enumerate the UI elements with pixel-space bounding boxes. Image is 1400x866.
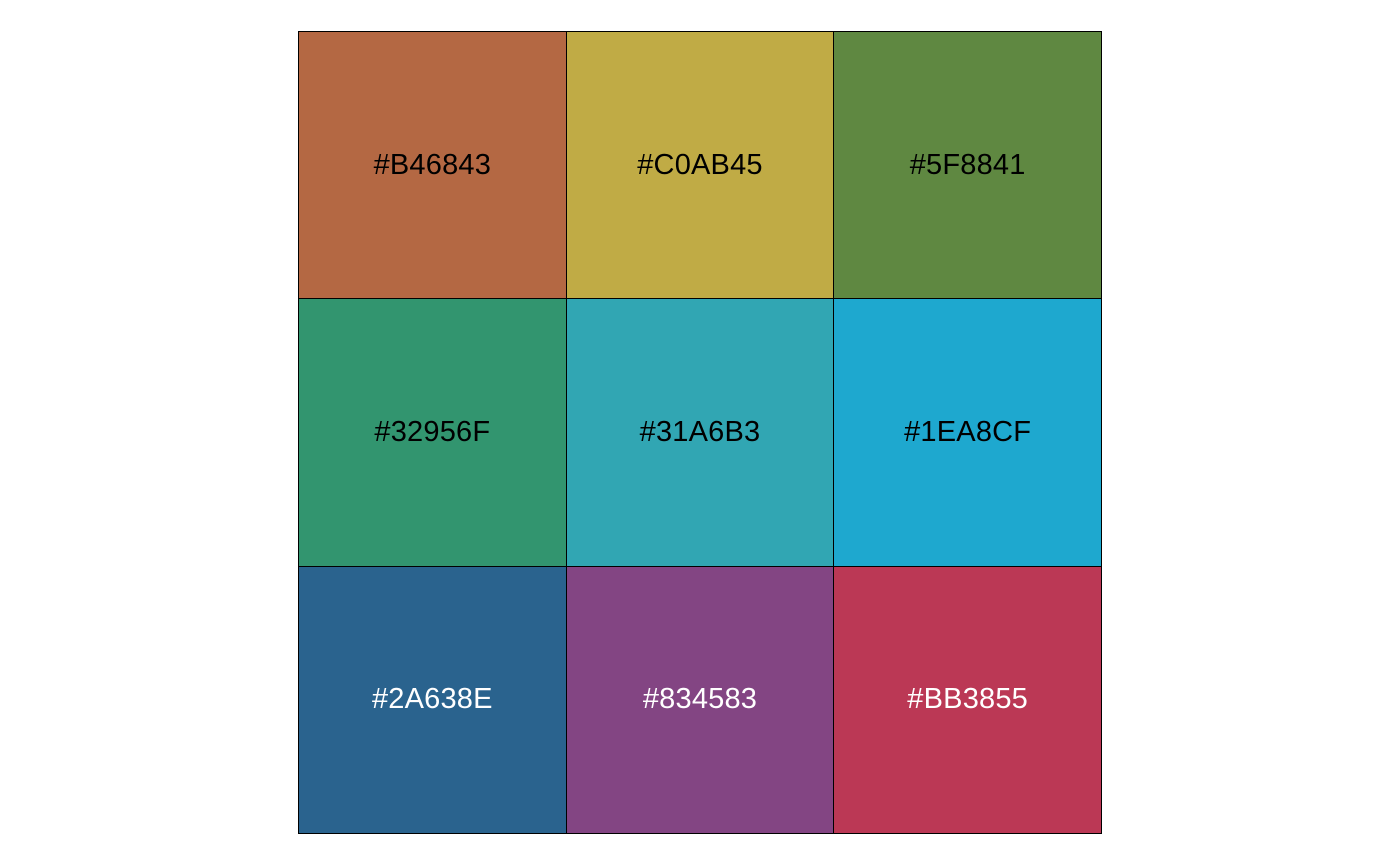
color-swatch: #C0AB45 [566,32,834,299]
swatch-hex-label: #834583 [642,683,758,716]
color-palette-grid: #B46843 #C0AB45 #5F8841 #32956F #31A6B3 … [298,31,1102,834]
swatch-hex-label: #C0AB45 [637,148,763,181]
swatch-hex-label: #5F8841 [909,148,1026,181]
swatch-hex-label: #31A6B3 [639,415,761,448]
color-swatch: #834583 [566,566,834,833]
swatch-hex-label: #32956F [374,415,491,448]
color-swatch: #31A6B3 [566,299,834,566]
color-swatch: #B46843 [299,32,566,299]
color-swatch: #2A638E [299,566,566,833]
swatch-hex-label: #BB3855 [907,683,1029,716]
color-swatch: #32956F [299,299,566,566]
swatch-hex-label: #B46843 [373,148,492,181]
color-swatch: #1EA8CF [834,299,1101,566]
color-swatch: #5F8841 [834,32,1101,299]
color-swatch: #BB3855 [834,566,1101,833]
swatch-hex-label: #2A638E [371,683,493,716]
swatch-hex-label: #1EA8CF [904,415,1032,448]
